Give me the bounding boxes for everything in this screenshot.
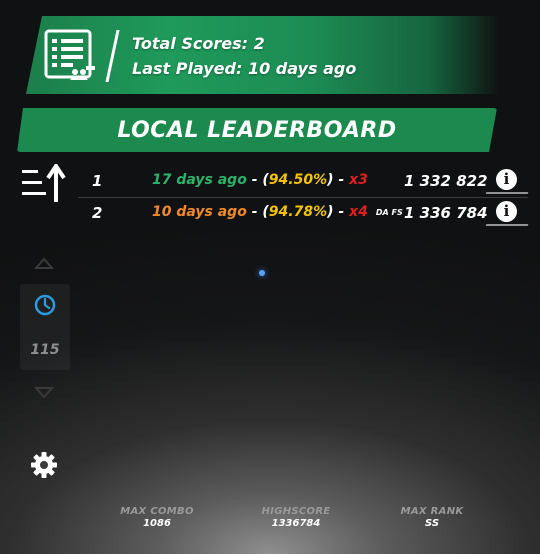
info-underline (485, 192, 529, 194)
max-rank-label: MAX RANK (400, 506, 464, 517)
loading-dot (259, 270, 265, 276)
total-scores-text: Total Scores: 2 (132, 34, 265, 53)
row-accuracy: 94.50% (268, 172, 328, 188)
row-rank: 1 (92, 172, 103, 190)
info-icon: i (496, 169, 517, 190)
row-separator-close: ) - (327, 204, 350, 220)
clock-icon[interactable] (34, 294, 56, 316)
leaderboard-row[interactable]: 2 10 days ago - (94.78%) - x4 DA FS 1 336… (78, 200, 530, 228)
row-rank: 2 (92, 204, 103, 222)
max-combo-stat: MAX COMBO 1086 (97, 506, 217, 529)
row-separator-open: - ( (246, 204, 269, 220)
highscore-label: HIGHSCORE (261, 506, 331, 517)
row-accuracy: 94.78% (268, 204, 328, 220)
leaderboard-title-banner: LOCAL LEADERBOARD (17, 108, 497, 152)
info-underline (485, 224, 529, 226)
score-info-button[interactable]: i (485, 168, 529, 194)
max-combo-label: MAX COMBO (120, 506, 194, 517)
row-separator-close: ) - (327, 172, 350, 188)
row-details: 17 days ago - (94.50%) - x3 (152, 172, 376, 188)
row-separator-open: - ( (246, 172, 269, 188)
row-date: 17 days ago (152, 172, 247, 188)
max-rank-value: SS (424, 518, 440, 529)
leaderboard-title: LOCAL LEADERBOARD (117, 117, 397, 143)
highscore-value: 1336784 (271, 518, 321, 529)
page-count: 115 (30, 342, 60, 358)
gear-icon[interactable] (30, 451, 58, 479)
row-misses: x3 (349, 172, 368, 188)
triangle-down-icon[interactable] (34, 386, 54, 400)
scoreboard-document-icon (44, 29, 95, 80)
leaderboard-row[interactable]: 1 17 days ago - (94.50%) - x3 1 332 822 … (78, 168, 530, 196)
highscore-stat: HIGHSCORE 1336784 (236, 506, 356, 529)
row-date: 10 days ago (152, 204, 247, 220)
last-played-text: Last Played: 10 days ago (132, 59, 357, 78)
row-details: 10 days ago - (94.78%) - x4 DA FS (152, 204, 403, 220)
score-info-button[interactable]: i (485, 200, 529, 226)
info-icon: i (496, 201, 517, 222)
row-score: 1 336 784 (404, 204, 488, 222)
row-mods: DA FS (375, 207, 403, 217)
row-misses: x4 (349, 204, 368, 220)
max-rank-stat: MAX RANK SS (372, 506, 492, 529)
row-score: 1 332 822 (404, 172, 488, 190)
row-divider (78, 197, 528, 198)
triangle-up-icon[interactable] (34, 256, 54, 270)
max-combo-value: 1086 (143, 518, 171, 529)
sort-ascending-icon[interactable] (22, 164, 68, 204)
